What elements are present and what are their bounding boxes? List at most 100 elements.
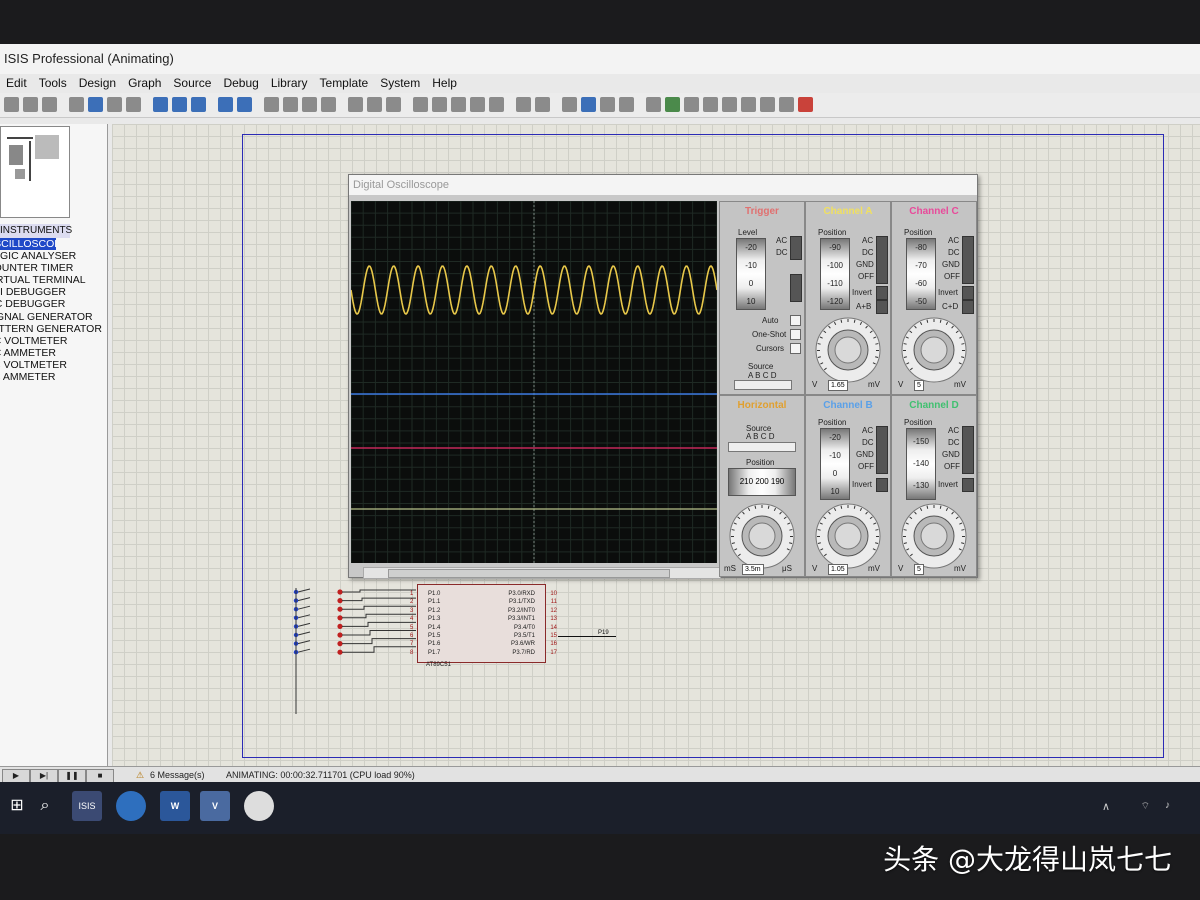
channel-b-volts-knob[interactable]	[808, 500, 888, 570]
trigger-source-slider[interactable]	[734, 380, 792, 390]
channel-b-coupling-switch[interactable]	[876, 426, 888, 474]
toolbar-tool-icon[interactable]	[665, 97, 680, 112]
toolbar-tool-icon[interactable]	[432, 97, 447, 112]
trigger-level-drum[interactable]: -20 -10 0 10	[736, 238, 766, 310]
switch-lever[interactable]	[297, 631, 311, 636]
horizontal-timebase-knob[interactable]	[722, 500, 802, 570]
switch-lever[interactable]	[297, 605, 311, 610]
toolbar-tool-icon[interactable]	[489, 97, 504, 112]
channel-c-volts-knob[interactable]	[894, 314, 974, 384]
horizontal-position-drum[interactable]: 210 200 190	[728, 468, 796, 496]
channel-c-invert-button[interactable]	[962, 286, 974, 300]
toolbar-tool-icon[interactable]	[779, 97, 794, 112]
instrument-item[interactable]: VIRTUAL TERMINAL	[0, 274, 106, 286]
toolbar-tool-icon[interactable]	[562, 97, 577, 112]
menu-help[interactable]: Help	[426, 74, 463, 92]
toolbar-tool-icon[interactable]	[535, 97, 550, 112]
trigger-mode-switch[interactable]	[790, 236, 802, 260]
toolbar-tool-icon[interactable]	[172, 97, 187, 112]
toolbar-tool-icon[interactable]	[23, 97, 38, 112]
messages-count[interactable]: 6 Message(s)	[150, 767, 205, 783]
toolbar-tool-icon[interactable]	[703, 97, 718, 112]
toolbar-tool-icon[interactable]	[321, 97, 336, 112]
microcontroller-chip[interactable]: P1.0 1 P1.1 2 P1.2 3 P1.3 4 P1.4 5 P1.5 6 P1.6 7 P1.7 8…	[410, 584, 557, 663]
switch-lever[interactable]	[297, 640, 311, 645]
toolbar-tool-icon[interactable]	[126, 97, 141, 112]
instrument-item[interactable]: AC VOLTMETER	[0, 359, 106, 371]
isis-taskbar-button[interactable]: ISIS	[72, 791, 102, 821]
toolbar-tool-icon[interactable]	[684, 97, 699, 112]
menu-tools[interactable]: Tools	[33, 74, 73, 92]
toolbar-tool-icon[interactable]	[348, 97, 363, 112]
toolbar-tool-icon[interactable]	[191, 97, 206, 112]
volume-icon[interactable]: ♪	[1165, 800, 1170, 811]
browser-icon[interactable]	[116, 791, 146, 821]
menu-design[interactable]: Design	[73, 74, 122, 92]
channel-d-volts-knob[interactable]	[894, 500, 974, 570]
toolbar-tool-icon[interactable]	[600, 97, 615, 112]
menu-source[interactable]: Source	[167, 74, 217, 92]
toolbar-tool-icon[interactable]	[470, 97, 485, 112]
toolbar-tool-icon[interactable]	[451, 97, 466, 112]
instrument-item[interactable]: COUNTER TIMER	[0, 262, 106, 274]
toolbar-tool-icon[interactable]	[646, 97, 661, 112]
toolbar-tool-icon[interactable]	[302, 97, 317, 112]
toolbar-tool-icon[interactable]	[619, 97, 634, 112]
channel-a-invert-button[interactable]	[876, 286, 888, 300]
app-icon[interactable]: V	[200, 791, 230, 821]
tray-chevron-icon[interactable]: ∧	[1102, 800, 1110, 813]
menu-template[interactable]: Template	[314, 74, 375, 92]
channel-d-invert-button[interactable]	[962, 478, 974, 492]
channel-c-position-drum[interactable]: -80 -70 -60 -50	[906, 238, 936, 310]
step-button[interactable]: ▶|	[30, 769, 58, 783]
trigger-auto-button[interactable]	[790, 315, 801, 326]
toolbar-tool-icon[interactable]	[88, 97, 103, 112]
stop-button[interactable]: ■	[86, 769, 114, 783]
instrument-item[interactable]: DC AMMETER	[0, 347, 106, 359]
toolbar-tool-icon[interactable]	[798, 97, 813, 112]
instrument-item[interactable]: AC AMMETER	[0, 371, 106, 383]
instrument-item[interactable]: I2C DEBUGGER	[0, 298, 106, 310]
toolbar-tool-icon[interactable]	[42, 97, 57, 112]
switch-lever[interactable]	[297, 588, 311, 593]
toolbar-tool-icon[interactable]	[69, 97, 84, 112]
instrument-item[interactable]: PATTERN GENERATOR	[0, 323, 106, 335]
toolbar-tool-icon[interactable]	[386, 97, 401, 112]
channel-c-coupling-switch[interactable]	[962, 236, 974, 284]
instrument-item[interactable]: SIGNAL GENERATOR	[0, 311, 106, 323]
menu-debug[interactable]: Debug	[217, 74, 264, 92]
instrument-item[interactable]: OSCILLOSCOPE	[0, 238, 56, 251]
menu-edit[interactable]: Edit	[0, 74, 33, 92]
switch-lever[interactable]	[297, 614, 311, 619]
toolbar-tool-icon[interactable]	[283, 97, 298, 112]
oscilloscope-window[interactable]: Digital Oscilloscope Trigger Level -20 -…	[348, 174, 978, 579]
channel-a-sum-button[interactable]	[876, 300, 888, 314]
toolbar-tool-icon[interactable]	[153, 97, 168, 112]
channel-d-position-drum[interactable]: -150 -140 -130	[906, 428, 936, 500]
windows-start-icon[interactable]: ⊞	[2, 791, 32, 821]
network-icon[interactable]: ⌔	[1141, 800, 1150, 813]
toolbar-tool-icon[interactable]	[4, 97, 19, 112]
switch-lever[interactable]	[297, 622, 311, 627]
menu-graph[interactable]: Graph	[122, 74, 167, 92]
overview-preview[interactable]	[0, 126, 70, 218]
channel-c-sum-button[interactable]	[962, 300, 974, 314]
channel-a-coupling-switch[interactable]	[876, 236, 888, 284]
trigger-oneshot-button[interactable]	[790, 329, 801, 340]
switch-lever[interactable]	[297, 648, 311, 653]
toolbar-tool-icon[interactable]	[581, 97, 596, 112]
toolbar-tool-icon[interactable]	[264, 97, 279, 112]
toolbar-tool-icon[interactable]	[237, 97, 252, 112]
toolbar-tool-icon[interactable]	[760, 97, 775, 112]
toolbar-tool-icon[interactable]	[413, 97, 428, 112]
channel-a-position-drum[interactable]: -90 -100 -110 -120	[820, 238, 850, 310]
channel-b-invert-button[interactable]	[876, 478, 888, 492]
toolbar-tool-icon[interactable]	[218, 97, 233, 112]
horizontal-source-slider[interactable]	[728, 442, 796, 452]
play-button[interactable]: ▶	[2, 769, 30, 783]
switch-lever[interactable]	[297, 597, 311, 602]
menu-system[interactable]: System	[374, 74, 426, 92]
channel-d-coupling-switch[interactable]	[962, 426, 974, 474]
toolbar-tool-icon[interactable]	[722, 97, 737, 112]
toolbar-tool-icon[interactable]	[367, 97, 382, 112]
